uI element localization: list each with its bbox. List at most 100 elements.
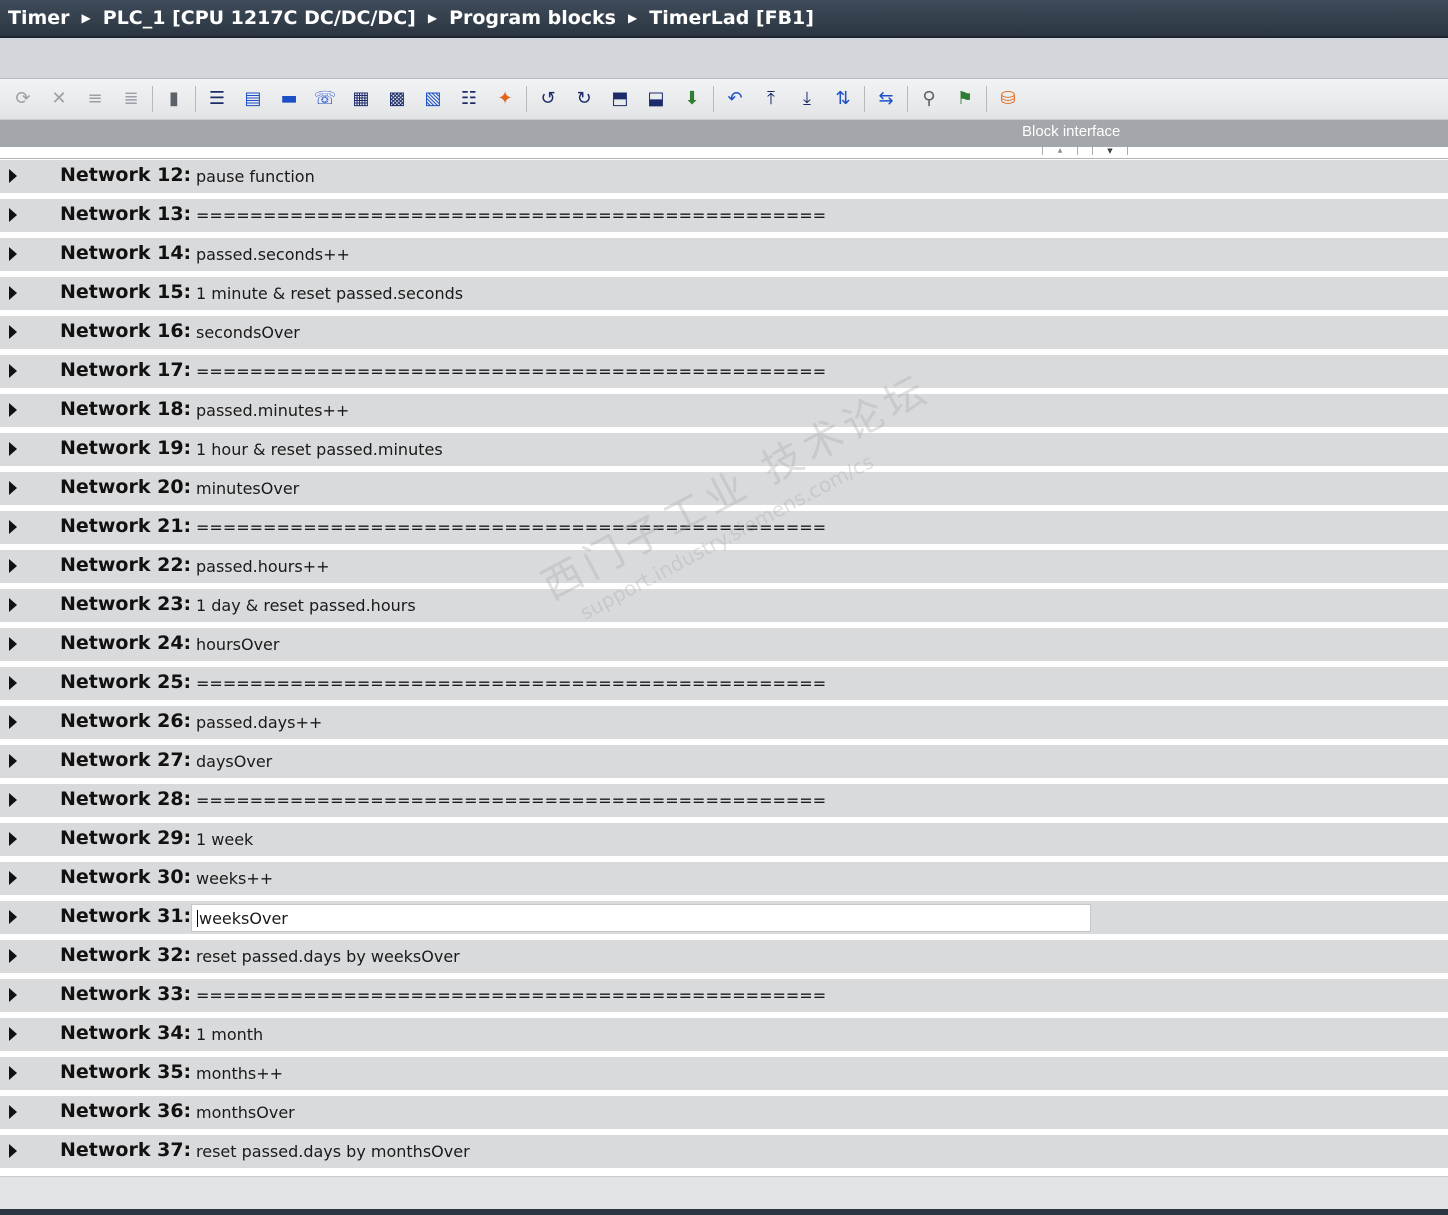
network-row[interactable]: Network 33: =============================… [0, 979, 1448, 1012]
jump-back-button[interactable]: ⇆ [871, 84, 901, 114]
network-row[interactable]: Network 27: daysOver [0, 745, 1448, 778]
save-snapshot-button[interactable]: ⬓ [641, 84, 671, 114]
network-comment[interactable]: secondsOver [196, 323, 300, 342]
network-comment[interactable]: pause function [196, 167, 315, 186]
favorites-button[interactable]: ▬ [274, 84, 304, 114]
network-row[interactable]: Network 28: =============================… [0, 784, 1448, 817]
network-row[interactable]: Network 20: minutesOver [0, 472, 1448, 505]
list-button[interactable]: ☷ [454, 84, 484, 114]
network-comment[interactable]: 1 week [196, 830, 253, 849]
splitter[interactable]: ▲ ▼ [0, 147, 1448, 159]
expand-arrow-icon[interactable] [9, 364, 17, 378]
collapse-all-button[interactable]: ▤ [238, 84, 268, 114]
insert-row-button[interactable]: ≡ [80, 84, 110, 114]
network-comment[interactable]: ========================================… [196, 791, 826, 810]
network-comment[interactable]: passed.seconds++ [196, 245, 350, 264]
expand-arrow-icon[interactable] [9, 325, 17, 339]
snapshot-button[interactable]: ✦ [490, 84, 520, 114]
expand-arrow-icon[interactable] [9, 598, 17, 612]
expand-arrow-icon[interactable] [9, 169, 17, 183]
network-row[interactable]: Network 24: hoursOver [0, 628, 1448, 661]
expand-arrow-icon[interactable] [9, 442, 17, 456]
first-cycle-button[interactable]: ↺ [533, 84, 563, 114]
tag-info-button[interactable]: ▧ [418, 84, 448, 114]
network-comment[interactable]: ========================================… [196, 518, 826, 537]
database-button[interactable]: ⛁ [993, 84, 1023, 114]
network-comment[interactable]: passed.hours++ [196, 557, 330, 576]
network-row[interactable]: Network 29: 1 week [0, 823, 1448, 856]
network-comment[interactable]: 1 day & reset passed.hours [196, 596, 416, 615]
expand-arrow-icon[interactable] [9, 949, 17, 963]
network-comment[interactable]: minutesOver [196, 479, 299, 498]
breadcrumb-item-project[interactable]: Timer [8, 7, 70, 29]
comments-button[interactable]: ☏ [310, 84, 340, 114]
network-comment[interactable]: monthsOver [196, 1103, 295, 1122]
network-comments-button[interactable]: ▦ [346, 84, 376, 114]
network-comment[interactable]: ========================================… [196, 674, 826, 693]
network-comment[interactable]: 1 hour & reset passed.minutes [196, 440, 443, 459]
network-row[interactable]: Network 13: =============================… [0, 199, 1448, 232]
operand-view-button[interactable]: ▩ [382, 84, 412, 114]
network-row[interactable]: Network 14: passed.seconds++ [0, 238, 1448, 271]
cross-reference-button[interactable]: ⚲ [914, 84, 944, 114]
network-row[interactable]: Network 21: =============================… [0, 511, 1448, 544]
network-comment[interactable]: weeks++ [196, 869, 273, 888]
expand-arrow-icon[interactable] [9, 715, 17, 729]
append-row-button[interactable]: ≣ [116, 84, 146, 114]
network-row[interactable]: Network 19: 1 hour & reset passed.minutes [0, 433, 1448, 466]
network-comment[interactable]: ========================================… [196, 206, 826, 225]
expand-arrow-icon[interactable] [9, 1105, 17, 1119]
network-comment[interactable]: 1 minute & reset passed.seconds [196, 284, 463, 303]
expand-arrow-icon[interactable] [9, 871, 17, 885]
call-hierarchy-button[interactable]: ⇅ [828, 84, 858, 114]
network-row[interactable]: Network 17: =============================… [0, 355, 1448, 388]
expand-arrow-icon[interactable] [9, 1066, 17, 1080]
monitoring-button[interactable]: ⚑ [950, 84, 980, 114]
network-row[interactable]: Network 37: reset passed.days by monthsOv… [0, 1135, 1448, 1168]
insert-network-button[interactable]: ⟳ [8, 84, 38, 114]
expand-arrow-icon[interactable] [9, 403, 17, 417]
absolute-operands-button[interactable]: ▮ [159, 84, 189, 114]
network-row[interactable]: Network 34: 1 month [0, 1018, 1448, 1051]
splitter-down-icon[interactable]: ▼ [1092, 147, 1128, 155]
go-to-error-button[interactable]: ↶ [720, 84, 750, 114]
breadcrumb-item-program-blocks[interactable]: Program blocks [449, 7, 616, 29]
network-row[interactable]: Network 22: passed.hours++ [0, 550, 1448, 583]
network-row[interactable]: Network 31: weeksOver [0, 901, 1448, 934]
breadcrumb-item-block[interactable]: TimerLad [FB1] [649, 7, 814, 29]
network-row[interactable]: Network 35: months++ [0, 1057, 1448, 1090]
expand-arrow-icon[interactable] [9, 481, 17, 495]
step-button[interactable]: ↻ [569, 84, 599, 114]
network-row[interactable]: Network 23: 1 day & reset passed.hours [0, 589, 1448, 622]
compile-button[interactable]: ⬇ [677, 84, 707, 114]
network-row[interactable]: Network 15: 1 minute & reset passed.secon… [0, 277, 1448, 310]
network-comment[interactable]: passed.minutes++ [196, 401, 349, 420]
expand-all-button[interactable]: ☰ [202, 84, 232, 114]
expand-arrow-icon[interactable] [9, 520, 17, 534]
expand-arrow-icon[interactable] [9, 793, 17, 807]
first-network-button[interactable]: ⤒ [756, 84, 786, 114]
network-comment[interactable]: passed.days++ [196, 713, 322, 732]
splitter-up-icon[interactable]: ▲ [1042, 147, 1078, 155]
expand-arrow-icon[interactable] [9, 676, 17, 690]
network-row[interactable]: Network 26: passed.days++ [0, 706, 1448, 739]
load-snapshot-button[interactable]: ⬒ [605, 84, 635, 114]
network-comment[interactable]: months++ [196, 1064, 283, 1083]
block-interface-bar[interactable]: Block interface [0, 120, 1448, 147]
expand-arrow-icon[interactable] [9, 208, 17, 222]
network-comment[interactable]: hoursOver [196, 635, 279, 654]
expand-arrow-icon[interactable] [9, 754, 17, 768]
expand-arrow-icon[interactable] [9, 559, 17, 573]
expand-arrow-icon[interactable] [9, 832, 17, 846]
expand-arrow-icon[interactable] [9, 286, 17, 300]
network-comment-input[interactable]: weeksOver [191, 904, 1091, 932]
delete-network-button[interactable]: ✕ [44, 84, 74, 114]
network-row[interactable]: Network 12: pause function [0, 160, 1448, 193]
expand-arrow-icon[interactable] [9, 1144, 17, 1158]
network-row[interactable]: Network 16: secondsOver [0, 316, 1448, 349]
network-row[interactable]: Network 32: reset passed.days by weeksOve… [0, 940, 1448, 973]
next-network-button[interactable]: ⤓ [792, 84, 822, 114]
network-row[interactable]: Network 25: =============================… [0, 667, 1448, 700]
network-row[interactable]: Network 36: monthsOver [0, 1096, 1448, 1129]
network-comment[interactable]: reset passed.days by weeksOver [196, 947, 460, 966]
